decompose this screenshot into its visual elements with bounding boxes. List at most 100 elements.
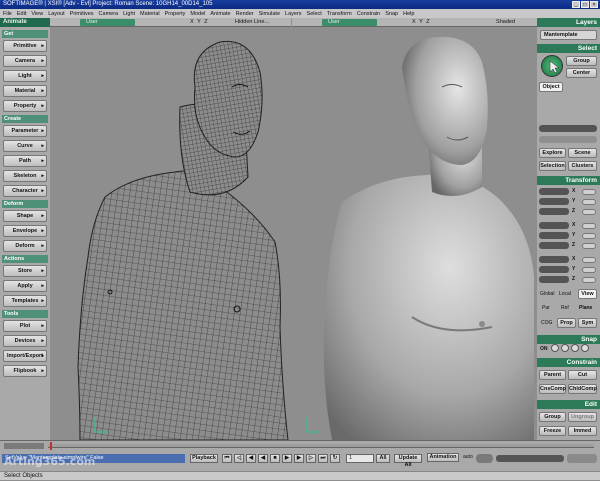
step-back-icon[interactable]: ◀ — [246, 454, 256, 463]
center-button[interactable]: Center — [566, 68, 597, 78]
flipbook-button[interactable]: Flipbook — [3, 365, 47, 377]
snap-grid-icon[interactable] — [571, 344, 579, 352]
menu-item-view[interactable]: View — [31, 11, 43, 17]
axis-toggle[interactable]: X Y Z — [412, 19, 431, 25]
local-toggle[interactable]: Local — [559, 291, 571, 297]
menu-item-material[interactable]: Material — [140, 11, 160, 17]
group-button[interactable]: Group — [566, 56, 597, 66]
primitive-button[interactable]: Primitive — [3, 40, 47, 52]
menu-item-light[interactable]: Light — [123, 11, 135, 17]
selection-field-2[interactable] — [539, 136, 597, 143]
apply-button[interactable]: Apply — [3, 280, 47, 292]
menu-item-model[interactable]: Model — [190, 11, 205, 17]
rotate-x-label[interactable]: X — [572, 222, 575, 228]
translate-z-label[interactable]: Z — [572, 276, 575, 282]
immed-button[interactable]: Immed — [568, 426, 597, 436]
scale-z-field[interactable] — [539, 208, 569, 215]
auto-key-toggle[interactable]: auto — [463, 454, 473, 460]
store-button[interactable]: Store — [3, 265, 47, 277]
all-button[interactable]: All — [376, 454, 390, 463]
scale-x-label[interactable]: X — [572, 188, 575, 194]
viewport-shaded[interactable]: User X Y Z Shaded — [292, 18, 537, 440]
rotate-y-lock[interactable] — [582, 233, 596, 239]
maximize-button[interactable]: □ — [581, 1, 589, 8]
prev-key-icon[interactable]: ◁ — [234, 454, 244, 463]
deform-button[interactable]: Deform — [3, 240, 47, 252]
playback-button[interactable]: Playback — [190, 454, 218, 463]
translate-x-field[interactable] — [539, 256, 569, 263]
light-button[interactable]: Light — [3, 70, 47, 82]
menu-item-camera[interactable]: Camera — [99, 11, 119, 17]
translate-x-label[interactable]: X — [572, 256, 575, 262]
timeline-slider[interactable] — [48, 444, 594, 448]
first-frame-icon[interactable]: ⏮ — [222, 454, 232, 463]
chldcomp-button[interactable]: ChldComp — [568, 384, 597, 394]
scale-z-lock[interactable] — [582, 209, 596, 215]
translate-y-lock[interactable] — [582, 267, 596, 273]
cnscomp-button[interactable]: CnsComp — [539, 384, 566, 394]
par-toggle[interactable]: Par — [542, 305, 550, 311]
loop-icon[interactable]: ↻ — [330, 454, 340, 463]
rotate-x-lock[interactable] — [582, 223, 596, 229]
translate-x-lock[interactable] — [582, 257, 596, 263]
scene-button[interactable]: Scene — [568, 148, 597, 158]
step-forward-icon[interactable]: ▶ — [294, 454, 304, 463]
timeline-start-field[interactable] — [4, 443, 44, 449]
toolbar-title[interactable]: Animate — [0, 18, 50, 27]
display-mode-menu[interactable]: Shaded — [496, 19, 515, 25]
rotate-x-field[interactable] — [539, 222, 569, 229]
menu-item-select[interactable]: Select — [307, 11, 322, 17]
templates-button[interactable]: Templates — [3, 295, 47, 307]
camera-button[interactable]: Camera — [3, 55, 47, 67]
shape-button[interactable]: Shape — [3, 210, 47, 222]
translate-z-lock[interactable] — [582, 277, 596, 283]
translate-y-label[interactable]: Y — [572, 266, 575, 272]
devices-button[interactable]: Devices — [3, 335, 47, 347]
translate-y-field[interactable] — [539, 266, 569, 273]
menu-item-snap[interactable]: Snap — [385, 11, 398, 17]
object-button[interactable]: Object — [539, 82, 563, 92]
envelope-button[interactable]: Envelope — [3, 225, 47, 237]
camera-menu[interactable]: User — [80, 19, 135, 26]
next-key-icon[interactable]: ▷ — [306, 454, 316, 463]
frame-field[interactable]: 1 — [346, 454, 374, 463]
selection-button[interactable]: Selection — [539, 161, 566, 171]
viewport-wireframe[interactable]: User X Y Z Hidden Line... — [50, 18, 291, 440]
plot-button[interactable]: Plot — [3, 320, 47, 332]
selection-field[interactable] — [539, 125, 597, 132]
menu-item-edit[interactable]: Edit — [17, 11, 26, 17]
translate-z-field[interactable] — [539, 276, 569, 283]
scale-z-label[interactable]: Z — [572, 208, 575, 214]
play-icon[interactable]: ▶ — [282, 454, 292, 463]
camera-menu[interactable]: User — [322, 19, 377, 26]
menu-item-help[interactable]: Help — [403, 11, 414, 17]
freeze-button[interactable]: Freeze — [539, 426, 566, 436]
cog-toggle[interactable]: COG — [541, 320, 552, 326]
rotate-z-field[interactable] — [539, 242, 569, 249]
plane-toggle[interactable]: Plane — [579, 305, 592, 311]
menu-item-layers[interactable]: Layers — [285, 11, 302, 17]
close-button[interactable]: × — [590, 1, 598, 8]
rotate-y-label[interactable]: Y — [572, 232, 575, 238]
rotate-z-lock[interactable] — [582, 243, 596, 249]
material-button[interactable]: Material — [3, 85, 47, 97]
snap-surface-icon[interactable] — [581, 344, 589, 352]
layers-dropdown[interactable]: Mantemplate — [540, 30, 597, 40]
menu-item-property[interactable]: Property — [165, 11, 186, 17]
select-arrow-icon[interactable] — [541, 55, 563, 77]
property-button[interactable]: Property — [3, 100, 47, 112]
key-field[interactable] — [496, 455, 564, 462]
snap-on-toggle[interactable]: ON — [540, 346, 548, 352]
scale-y-field[interactable] — [539, 198, 569, 205]
scale-y-label[interactable]: Y — [572, 198, 575, 204]
animation-button[interactable]: Animation — [427, 453, 459, 462]
update-all-button[interactable]: Update All — [394, 454, 422, 468]
clusters-button[interactable]: Clusters — [568, 161, 597, 171]
character-button[interactable]: Character — [3, 185, 47, 197]
menu-item-transform[interactable]: Transform — [327, 11, 352, 17]
display-mode-menu[interactable]: Hidden Line... — [235, 19, 269, 25]
path-button[interactable]: Path — [3, 155, 47, 167]
scale-x-field[interactable] — [539, 188, 569, 195]
key-icon[interactable] — [476, 454, 493, 463]
view-toggle[interactable]: View — [578, 289, 597, 299]
